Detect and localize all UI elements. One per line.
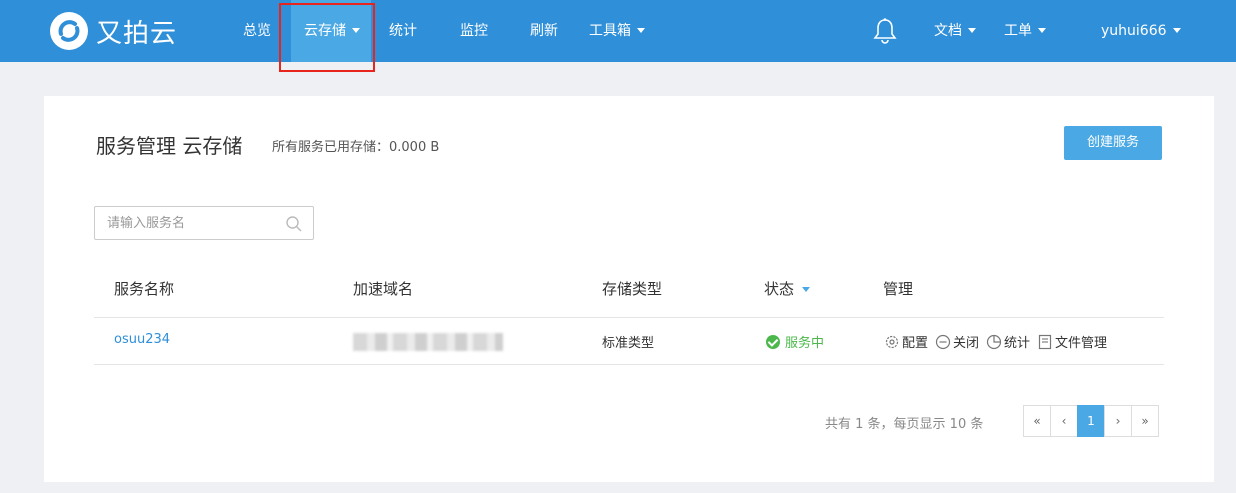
- brand-logo[interactable]: 又拍云: [50, 12, 177, 50]
- nav-monitor[interactable]: 监控: [460, 0, 488, 62]
- divider: [94, 364, 1164, 365]
- pagination-summary: 共有 1 条，每页显示 10 条: [825, 417, 984, 432]
- nav-monitor-label: 监控: [460, 23, 488, 39]
- config-label: 配置: [902, 336, 929, 351]
- chevron-down-icon: [352, 27, 360, 33]
- config-action[interactable]: 配置: [884, 332, 928, 351]
- column-header-manage: 管理: [883, 280, 914, 298]
- file-icon: [1038, 334, 1052, 349]
- user-menu[interactable]: yuhui666: [1101, 0, 1181, 62]
- status-badge: 服务中: [766, 332, 824, 351]
- pie-chart-icon: [986, 334, 1002, 349]
- nav-cloud-storage[interactable]: 云存储: [291, 0, 371, 62]
- file-manage-label: 文件管理: [1055, 336, 1108, 351]
- first-page-button[interactable]: «: [1023, 405, 1051, 437]
- page-title: 服务管理 云存储: [96, 134, 243, 158]
- search-box: [94, 206, 314, 240]
- row-actions: 配置 关闭 统计 文件管理: [884, 332, 1114, 351]
- brand-name: 又拍云: [96, 18, 178, 49]
- create-service-button[interactable]: 创建服务: [1064, 126, 1162, 160]
- sort-down-icon: [802, 287, 811, 292]
- minus-circle-icon: [935, 334, 951, 349]
- column-header-name: 服务名称: [114, 280, 175, 298]
- nav-toolbox-label: 工具箱: [589, 23, 631, 39]
- domain-redacted: [353, 333, 503, 351]
- service-name-link[interactable]: osuu234: [114, 332, 170, 347]
- nav-docs[interactable]: 文档: [934, 0, 976, 62]
- pagination: « ‹ 1 › »: [1023, 405, 1159, 437]
- search-icon[interactable]: [285, 215, 303, 233]
- divider: [94, 317, 1164, 318]
- nav-refresh[interactable]: 刷新: [530, 0, 558, 62]
- chevron-down-icon: [637, 27, 645, 33]
- nav-docs-label: 文档: [934, 23, 962, 39]
- nav-overview[interactable]: 总览: [243, 0, 271, 62]
- nav-toolbox[interactable]: 工具箱: [589, 0, 645, 62]
- chevron-down-icon: [968, 27, 976, 33]
- nav-overview-label: 总览: [243, 23, 271, 39]
- prev-page-button[interactable]: ‹: [1050, 405, 1078, 437]
- logo-icon: [50, 12, 88, 50]
- next-page-button[interactable]: ›: [1104, 405, 1132, 437]
- chevron-down-icon: [1038, 27, 1046, 33]
- storage-summary: 所有服务已用存储：0.000 B: [272, 140, 440, 155]
- check-circle-icon: [766, 334, 780, 349]
- last-page-button[interactable]: »: [1131, 405, 1159, 437]
- column-header-storage-type: 存储类型: [602, 280, 663, 298]
- search-input[interactable]: [95, 207, 275, 239]
- nav-statistics[interactable]: 统计: [389, 0, 417, 62]
- close-label: 关闭: [953, 336, 980, 351]
- nav-cloud-storage-label: 云存储: [304, 23, 346, 39]
- gear-icon: [885, 335, 899, 348]
- nav-refresh-label: 刷新: [530, 23, 558, 39]
- nav-tickets-label: 工单: [1004, 23, 1032, 39]
- nav-statistics-label: 统计: [389, 23, 417, 39]
- chevron-down-icon: [1172, 27, 1181, 33]
- stats-action[interactable]: 统计: [986, 332, 1030, 351]
- close-action[interactable]: 关闭: [935, 332, 979, 351]
- column-header-status[interactable]: 状态: [764, 278, 811, 299]
- column-header-domain: 加速域名: [353, 280, 414, 298]
- file-manage-action[interactable]: 文件管理: [1037, 332, 1107, 351]
- top-nav: 又拍云 总览 云存储 统计 监控 刷新 工具箱 文档 工单 yuhui666: [0, 0, 1236, 62]
- status-text: 服务中: [785, 336, 825, 351]
- main-card: 服务管理 云存储 所有服务已用存储：0.000 B 创建服务 服务名称 加速域名…: [44, 96, 1214, 482]
- stats-label: 统计: [1004, 336, 1031, 351]
- page-number-button[interactable]: 1: [1077, 405, 1105, 437]
- column-header-status-label: 状态: [764, 280, 795, 298]
- nav-tickets[interactable]: 工单: [1004, 0, 1046, 62]
- bell-icon[interactable]: [872, 17, 898, 45]
- storage-type: 标准类型: [602, 336, 655, 351]
- username: yuhui666: [1101, 23, 1167, 39]
